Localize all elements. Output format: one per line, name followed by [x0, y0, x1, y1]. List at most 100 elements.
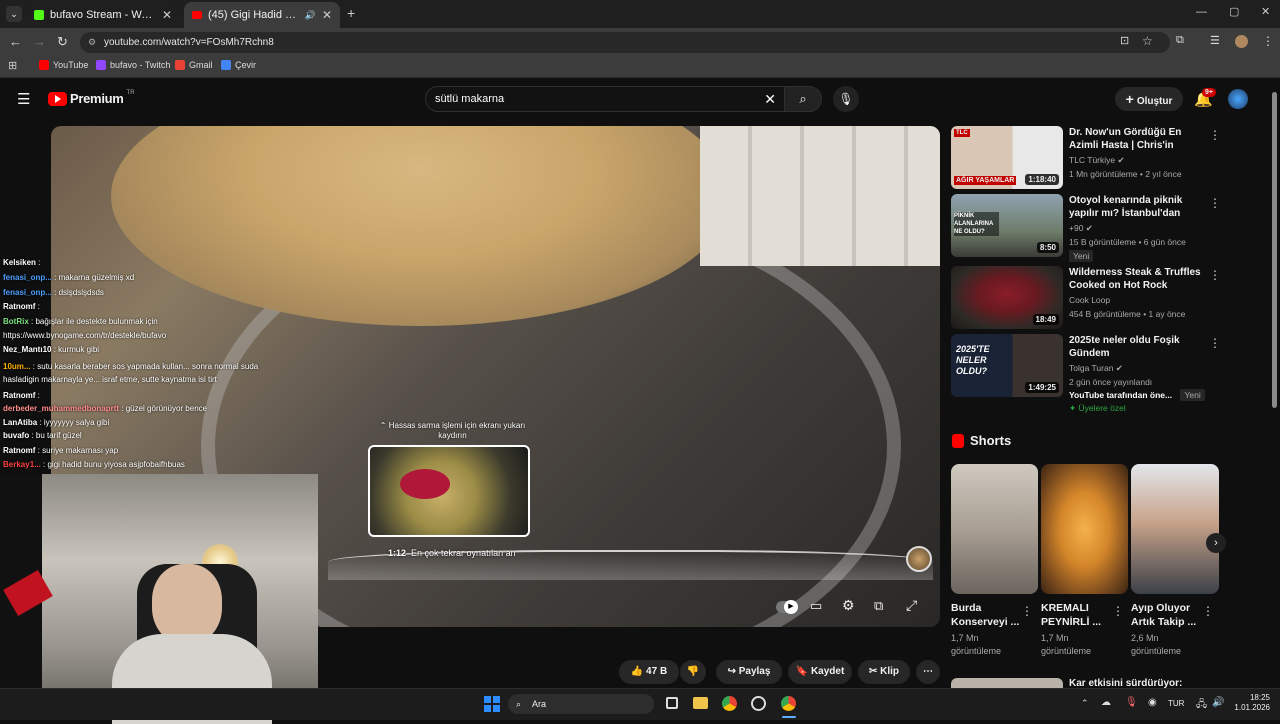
more-options-icon[interactable]: ⋮ — [1209, 196, 1221, 210]
speaker-icon[interactable]: 🔊 — [305, 10, 316, 21]
chrome-active-icon[interactable] — [781, 696, 796, 711]
fullscreen-icon[interactable]: ⤢ — [906, 597, 917, 614]
browser-menu-icon[interactable]: ⋮ — [1262, 34, 1274, 48]
forward-icon[interactable]: → — [33, 34, 46, 49]
minimize-icon[interactable]: — — [1196, 6, 1207, 18]
video-title[interactable]: Wilderness Steak & Truffles Cooked on Ho… — [1069, 266, 1209, 292]
more-options-icon[interactable]: ⋮ — [1021, 604, 1033, 618]
account-avatar[interactable] — [1228, 89, 1248, 109]
window-close-icon[interactable]: ✕ — [1261, 5, 1270, 18]
video-thumbnail[interactable]: TLC AĞIR YAŞAMLAR 1:18:40 — [951, 126, 1063, 189]
reading-list-icon[interactable]: ☰ — [1210, 34, 1220, 47]
clear-search-icon[interactable]: ✕ — [764, 87, 776, 111]
dislike-button[interactable]: 👎 — [680, 660, 706, 684]
video-title[interactable]: Dr. Now'un Gördüğü En Azimli Hasta | Chr… — [1069, 126, 1209, 152]
chat-username: Kelsiken — [3, 258, 36, 267]
tab-search-icon[interactable]: ⌄ — [6, 6, 22, 22]
channel-name[interactable]: Cook Loop — [1069, 295, 1110, 305]
video-thumbnail[interactable]: PİKNİK ALANLARINA NE OLDU? 8:50 — [951, 194, 1063, 257]
close-icon[interactable]: ✕ — [162, 8, 172, 22]
app-icon[interactable] — [751, 696, 766, 711]
more-actions-button[interactable]: ⋯ — [916, 660, 940, 684]
video-title[interactable]: Otoyol kenarında piknik yapılır mı? İsta… — [1069, 194, 1209, 220]
create-button[interactable]: + Oluştur — [1115, 87, 1183, 111]
settings-gear-icon[interactable]: ⚙ — [842, 597, 855, 614]
bookmark-youtube[interactable]: YouTube — [39, 60, 88, 70]
channel-name[interactable]: Tolga Turan ✔ — [1069, 363, 1123, 374]
bookmark-translate[interactable]: Çevir — [221, 60, 256, 70]
video-thumbnail[interactable]: 18:49 — [951, 266, 1063, 329]
maximize-icon[interactable]: ▢ — [1229, 5, 1239, 18]
subtitles-icon[interactable]: ▭ — [810, 598, 822, 614]
next-item-thumbnail[interactable] — [951, 678, 1063, 688]
video-meta: 15 B görüntüleme • 6 gün önce — [1069, 237, 1186, 247]
shorts-icon — [952, 433, 964, 448]
short-thumbnail[interactable] — [951, 464, 1038, 594]
tray-mic-icon[interactable]: 🎙 — [1125, 697, 1138, 708]
more-options-icon[interactable]: ⋮ — [1202, 604, 1214, 618]
share-button[interactable]: ↪ Paylaş — [716, 660, 782, 684]
chat-text: sutu kasarla beraber sos yapmada kullan.… — [37, 362, 259, 371]
chat-message: 10um... : sutu kasarla beraber sos yapma… — [3, 362, 259, 371]
like-button[interactable]: 👍 47 B — [619, 660, 679, 684]
network-icon[interactable]: 🖧 — [1196, 697, 1207, 714]
site-info-icon[interactable]: ⚙ — [88, 32, 96, 53]
bookmark-star-icon[interactable]: ☆ — [1142, 34, 1153, 48]
clip-button[interactable]: ✂ Klip — [858, 660, 910, 684]
tab-youtube[interactable]: (45) Gigi Hadid Makarna Ta 🔊 ✕ — [184, 2, 340, 28]
chrome-icon[interactable] — [722, 696, 737, 711]
profile-avatar[interactable] — [1235, 35, 1248, 48]
taskbar-search[interactable]: ⌕ Ara — [508, 694, 654, 714]
new-tab-button[interactable]: + — [347, 5, 355, 21]
more-options-icon[interactable]: ⋮ — [1209, 336, 1221, 350]
chat-message: Ratnomf : — [3, 391, 40, 400]
tray-overflow-icon[interactable]: ⌃ — [1081, 698, 1089, 709]
video-thumbnail[interactable]: 2025'TE NELER OLDU? 1:49:25 — [951, 334, 1063, 397]
tray-app-icon[interactable]: ◉ — [1148, 697, 1157, 708]
chat-message: Kelsiken : — [3, 258, 41, 267]
notifications-button[interactable]: 🔔 9+ — [1194, 88, 1216, 108]
install-icon[interactable]: ⊡ — [1120, 34, 1129, 47]
file-explorer-icon[interactable] — [693, 697, 708, 709]
more-options-icon[interactable]: ⋮ — [1112, 604, 1124, 618]
hamburger-menu-icon[interactable]: ☰ — [17, 90, 30, 108]
autoplay-toggle[interactable]: ▶ — [776, 600, 798, 614]
channel-watermark[interactable] — [906, 546, 932, 572]
more-options-icon[interactable]: ⋮ — [1209, 128, 1221, 142]
voice-search-button[interactable]: 🎙 — [833, 86, 859, 112]
video-meta: 454 B görüntüleme • 1 ay önce — [1069, 309, 1186, 319]
more-options-icon[interactable]: ⋮ — [1209, 268, 1221, 282]
url-field[interactable]: ⚙ youtube.com/watch?v=FOsMh7Rchn8 — [80, 32, 1170, 53]
miniplayer-icon[interactable]: ⧉ — [874, 598, 883, 614]
volume-icon[interactable]: 🔊 — [1212, 697, 1224, 708]
bookmark-gmail[interactable]: Gmail — [175, 60, 213, 70]
close-icon[interactable]: ✕ — [322, 8, 332, 22]
channel-name[interactable]: +90 ✔ — [1069, 223, 1093, 234]
search-button[interactable]: ⌕ — [784, 86, 822, 112]
short-title[interactable]: KREMALI PEYNİRLİ ... — [1041, 601, 1111, 629]
keyboard-language[interactable]: TUR — [1168, 699, 1184, 708]
thumbs-up-icon: 👍 — [630, 666, 644, 677]
active-app-indicator — [782, 716, 796, 718]
short-thumbnail[interactable] — [1131, 464, 1219, 594]
page-scrollbar[interactable] — [1272, 92, 1277, 408]
short-title[interactable]: Ayıp Oluyor Artık Takip ... — [1131, 601, 1201, 629]
windows-start-icon[interactable] — [484, 696, 500, 712]
clock[interactable]: 18:25 1.01.2026 — [1226, 693, 1270, 713]
short-title[interactable]: Burda Konserveyi ... — [951, 601, 1021, 629]
tab-kick[interactable]: bufavo Stream - Watch Live on ✕ — [26, 2, 180, 28]
save-button[interactable]: 🔖 Kaydet — [788, 660, 852, 684]
reload-icon[interactable]: ↻ — [57, 34, 68, 50]
search-input[interactable]: sütlü makarna ✕ — [425, 86, 785, 112]
shorts-next-button[interactable]: › — [1206, 533, 1226, 553]
bookmark-twitch[interactable]: bufavo - Twitch — [96, 60, 170, 70]
back-icon[interactable]: ← — [9, 34, 22, 49]
video-title[interactable]: 2025te neler oldu Foşik Gündem — [1069, 334, 1209, 360]
tray-app-icon[interactable]: ☁ — [1101, 697, 1111, 708]
channel-name[interactable]: TLC Türkiye ✔ — [1069, 155, 1125, 166]
apps-icon[interactable]: ⊞ — [8, 59, 17, 72]
task-view-icon[interactable] — [666, 697, 678, 709]
youtube-logo[interactable]: Premium TR — [48, 90, 135, 106]
extensions-icon[interactable]: ⧉ — [1176, 34, 1184, 47]
short-thumbnail[interactable] — [1041, 464, 1128, 594]
